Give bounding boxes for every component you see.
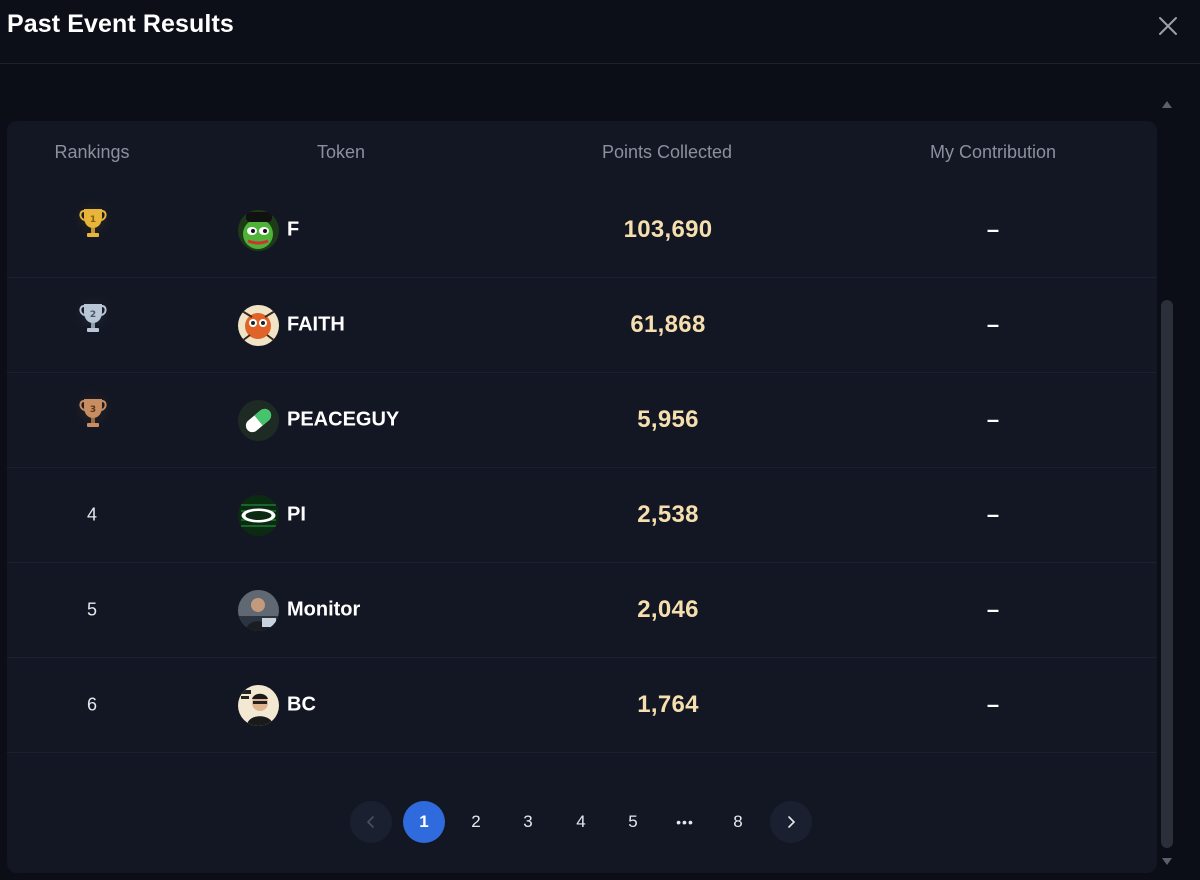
table-row: 2 FAITH 61,868 –	[7, 278, 1157, 373]
page-button-1[interactable]: 1	[403, 801, 445, 843]
dialog-title: Past Event Results	[7, 10, 234, 38]
next-page-button[interactable]	[770, 801, 812, 843]
prev-page-button[interactable]	[350, 801, 392, 843]
rank-number: 5	[86, 599, 98, 620]
token-name: FAITH	[287, 313, 345, 336]
table-row: 1 F 103,690 –	[7, 183, 1157, 278]
page-button-8[interactable]: 8	[717, 801, 759, 843]
contribution-value: –	[986, 692, 1000, 717]
scrollbar-thumb[interactable]	[1161, 300, 1173, 848]
pagination: 1 2 3 4 5 ••• 8	[7, 801, 1157, 843]
page-button-2[interactable]: 2	[455, 801, 497, 843]
token-avatar	[238, 305, 279, 346]
token-name: PEACEGUY	[287, 408, 400, 431]
points-value: 5,956	[637, 406, 699, 433]
svg-text:3: 3	[90, 405, 96, 415]
token-name: Monitor	[287, 598, 361, 621]
page-button-3[interactable]: 3	[507, 801, 549, 843]
token-avatar	[238, 685, 279, 726]
silver-trophy-icon: 2	[69, 290, 125, 350]
token-avatar	[238, 495, 279, 536]
rank-number: 6	[86, 694, 98, 715]
chevron-left-icon	[366, 816, 374, 828]
contribution-value: –	[986, 597, 1000, 622]
token-name: BC	[287, 693, 316, 716]
column-header-token: Token	[316, 142, 366, 162]
table-header: Rankings Token Points Collected My Contr…	[7, 121, 1157, 183]
svg-text:2: 2	[90, 310, 96, 320]
points-value: 1,764	[637, 691, 699, 718]
points-value: 2,538	[637, 501, 699, 528]
contribution-value: –	[986, 217, 1000, 242]
token-avatar	[238, 210, 279, 251]
column-header-rankings: Rankings	[54, 142, 130, 162]
page-ellipsis[interactable]: •••	[664, 801, 706, 843]
token-avatar	[238, 400, 279, 441]
points-value: 61,868	[630, 311, 706, 338]
column-header-points: Points Collected	[601, 142, 733, 162]
close-icon[interactable]	[1154, 12, 1182, 40]
gold-trophy-icon: 1	[69, 195, 125, 255]
close-button[interactable]	[1154, 12, 1182, 40]
token-name: PI	[287, 503, 306, 526]
table-row: 5 Monitor 2,046 –	[7, 563, 1157, 658]
table-row: 4 PI 2,538 –	[7, 468, 1157, 563]
column-header-contribution: My Contribution	[929, 142, 1057, 162]
contribution-value: –	[986, 502, 1000, 527]
dialog-header: Past Event Results	[0, 0, 1200, 64]
rank-number: 4	[86, 504, 98, 525]
page-button-4[interactable]: 4	[560, 801, 602, 843]
triangle-down-icon[interactable]	[1160, 856, 1174, 868]
table-row: 6 BC 1,764 –	[7, 658, 1157, 753]
token-avatar	[238, 590, 279, 631]
svg-text:1: 1	[90, 215, 96, 225]
points-value: 2,046	[637, 596, 699, 623]
page-button-5[interactable]: 5	[612, 801, 654, 843]
results-panel: Rankings Token Points Collected My Contr…	[7, 121, 1157, 873]
table-row: 3 PEACEGUY 5,956 –	[7, 373, 1157, 468]
contribution-value: –	[986, 312, 1000, 337]
triangle-up-icon[interactable]	[1160, 98, 1174, 110]
contribution-value: –	[986, 407, 1000, 432]
bronze-trophy-icon: 3	[69, 385, 125, 445]
chevron-right-icon	[788, 816, 796, 828]
token-name: F	[287, 218, 300, 241]
points-value: 103,690	[623, 216, 713, 243]
